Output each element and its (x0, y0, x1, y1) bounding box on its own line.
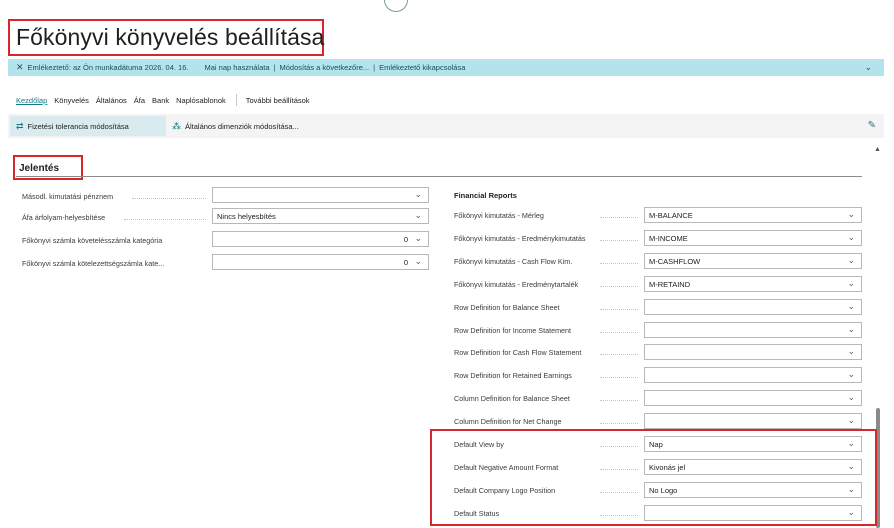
receivables-category-label: Főkönyvi számla követelésszámla kategóri… (22, 236, 163, 245)
retained-earnings-label: Főkönyvi kimutatás - Eredménytartalék (454, 280, 579, 289)
retained-earnings-field[interactable]: M-RETAIND ⌄ (644, 276, 862, 292)
financial-reports-title: Financial Reports (454, 191, 517, 200)
tab-posting[interactable]: Könyvelés (54, 96, 89, 105)
cash-flow-label: Főkönyvi kimutatás - Cash Flow Kim. (454, 257, 573, 266)
leader-dots (600, 309, 638, 310)
leader-dots (132, 198, 206, 199)
vat-exchange-adjustment-field[interactable]: Nincs helyesbítés ⌄ (212, 208, 429, 224)
tab-bank[interactable]: Bank (152, 96, 169, 105)
pin-icon[interactable]: ✎ (868, 120, 876, 131)
use-today-link[interactable]: Mai nap használata (204, 63, 269, 72)
leader-dots (600, 400, 638, 401)
chevron-down-icon: ⌄ (414, 256, 422, 266)
col-def-balance-sheet-label: Column Definition for Balance Sheet (454, 394, 570, 403)
balance-sheet-field[interactable]: M-BALANCE ⌄ (644, 207, 862, 223)
tab-bar: Kezdőlap Könyvelés Általános Áfa Bank Na… (16, 94, 317, 106)
payables-category-field[interactable]: 0 ⌄ (212, 254, 429, 270)
row-def-balance-sheet-label: Row Definition for Balance Sheet (454, 303, 560, 312)
action-bar: ⇄ Fizetési tolerancia módosítása ⁂ Által… (8, 114, 884, 138)
row-def-income-statement-label: Row Definition for Income Statement (454, 326, 572, 335)
secondary-currency-label: Másodl. kimutatási pénznem (22, 192, 114, 201)
leader-dots (600, 332, 638, 333)
leader-dots (600, 217, 638, 218)
chevron-down-icon: ⌄ (847, 415, 855, 425)
tab-more-settings[interactable]: További beállítások (246, 96, 310, 105)
leader-dots (600, 377, 638, 378)
pane-handle[interactable] (384, 0, 408, 12)
payment-tolerance-button[interactable]: ⇄ Fizetési tolerancia módosítása (10, 116, 166, 136)
leader-dots (124, 219, 206, 220)
col-def-net-change-field[interactable]: ⌄ (644, 413, 862, 429)
leader-dots (600, 286, 638, 287)
row-def-retained-earnings-field[interactable]: ⌄ (644, 367, 862, 383)
section-title: Jelentés (19, 163, 60, 174)
tab-journal-templates[interactable]: Naplósablonok (176, 96, 226, 105)
chevron-down-icon: ⌄ (847, 369, 855, 379)
chevron-down-icon: ⌄ (847, 255, 855, 265)
chevron-down-icon: ⌄ (414, 189, 422, 199)
col-def-balance-sheet-field[interactable]: ⌄ (644, 390, 862, 406)
scroll-up-arrow[interactable]: ▲ (874, 146, 881, 153)
payment-tolerance-label: Fizetési tolerancia módosítása (27, 121, 129, 131)
tab-general[interactable]: Általános (96, 96, 127, 105)
change-next-link[interactable]: Módosítás a következőre... (279, 63, 369, 72)
chevron-down-icon: ⌄ (414, 210, 422, 220)
chevron-down-icon: ⌄ (847, 232, 855, 242)
row-def-retained-earnings-label: Row Definition for Retained Earnings (454, 371, 572, 380)
page-title-box: Főkönyvi könyvelés beállítása (8, 19, 324, 56)
balance-sheet-label: Főkönyvi kimutatás - Mérleg (454, 211, 544, 220)
chevron-down-icon: ⌄ (847, 301, 855, 311)
turn-off-reminder-link[interactable]: Emlékeztető kikapcsolása (379, 63, 465, 72)
tab-divider (235, 94, 237, 106)
chevron-down-icon: ⌄ (414, 233, 422, 243)
secondary-currency-field[interactable]: ⌄ (212, 187, 429, 203)
vat-exchange-adjustment-label: Áfa árfolyam-helyesbítése (22, 213, 106, 222)
highlight-box (430, 429, 877, 526)
cash-flow-value: M-CASHFLOW (649, 256, 701, 266)
chevron-down-icon: ⌄ (847, 278, 855, 288)
general-dimensions-label: Általános dimenziók módosítása... (185, 121, 299, 131)
payables-category-label: Főkönyvi számla kötelezettségszámla kate… (22, 259, 165, 268)
section-divider (16, 176, 862, 177)
row-def-cash-flow-field[interactable]: ⌄ (644, 344, 862, 360)
chevron-down-icon: ⌄ (847, 324, 855, 334)
income-statement-field[interactable]: M-INCOME ⌄ (644, 230, 862, 246)
close-icon[interactable]: ✕ (16, 62, 24, 73)
row-def-cash-flow-label: Row Definition for Cash Flow Statement (454, 348, 582, 357)
row-def-balance-sheet-field[interactable]: ⌄ (644, 299, 862, 315)
notification-reminder: Emlékeztető: az Ön munkadátuma 2026. 04.… (27, 63, 189, 72)
leader-dots (600, 354, 638, 355)
chevron-down-icon: ⌄ (847, 346, 855, 356)
leader-dots (600, 263, 638, 264)
income-statement-label: Főkönyvi kimutatás - Eredménykimutatás (454, 234, 586, 243)
notification-bar: ✕ Emlékeztető: az Ön munkadátuma 2026. 0… (8, 59, 884, 76)
payment-tolerance-icon: ⇄ (16, 120, 24, 131)
page-title: Főkönyvi könyvelés beállítása (16, 24, 325, 50)
receivables-category-field[interactable]: 0 ⌄ (212, 231, 429, 247)
balance-sheet-value: M-BALANCE (649, 210, 693, 220)
chevron-down-icon: ⌄ (847, 392, 855, 402)
chevron-down-icon: ⌄ (847, 209, 855, 219)
col-def-net-change-label: Column Definition for Net Change (454, 417, 562, 426)
row-def-income-statement-field[interactable]: ⌄ (644, 322, 862, 338)
dimensions-icon: ⁂ (172, 120, 181, 131)
leader-dots (600, 240, 638, 241)
tab-vat[interactable]: Áfa (134, 96, 145, 105)
general-dimensions-button[interactable]: ⁂ Általános dimenziók módosítása... (172, 116, 299, 136)
chevron-down-icon[interactable]: ⌄ (864, 62, 872, 73)
leader-dots (600, 423, 638, 424)
cash-flow-field[interactable]: M-CASHFLOW ⌄ (644, 253, 862, 269)
tab-home[interactable]: Kezdőlap (16, 96, 47, 105)
retained-earnings-value: M-RETAIND (649, 279, 691, 289)
income-statement-value: M-INCOME (649, 233, 688, 243)
